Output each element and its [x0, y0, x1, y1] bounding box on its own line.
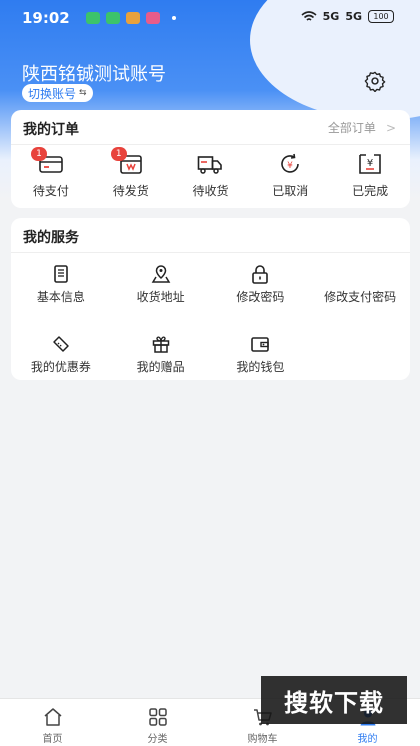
- switch-arrows-icon: ⇆: [79, 88, 87, 98]
- service-change-password[interactable]: 修改密码: [211, 264, 311, 324]
- services-divider: [11, 252, 410, 253]
- service-gifts[interactable]: 我的赠品: [111, 334, 211, 384]
- service-label: 基本信息: [36, 290, 85, 304]
- order-badge: 1: [31, 147, 47, 161]
- order-status-row: 1 待支付 1 待发货 待收货 ¥ 已取消 ¥ 已完成: [11, 147, 410, 199]
- settings-gear-icon[interactable]: [364, 70, 386, 92]
- account-name: 陕西铭铖测试账号: [22, 64, 166, 85]
- services-grid: 基本信息 收货地址 修改密码 修改支付密码 我的优惠券 我的赠品 我的钱包: [11, 264, 410, 394]
- order-status-awaiting-delivery[interactable]: 待收货: [171, 152, 251, 199]
- weibo-icon: [126, 12, 140, 24]
- tab-label: 首页: [42, 734, 63, 745]
- wallet-icon: [251, 337, 270, 352]
- document-icon: [54, 265, 68, 283]
- svg-text:¥: ¥: [367, 158, 373, 169]
- service-label: 我的钱包: [236, 360, 285, 374]
- notification-icons: [86, 12, 176, 24]
- orders-card: 我的订单 全部订单 > 1 待支付 1 待发货 待收货 ¥ 已取消 ¥ 已完成: [11, 110, 410, 208]
- gift-icon: [152, 336, 169, 353]
- order-status-awaiting-shipment[interactable]: 1 待发货: [91, 147, 171, 199]
- order-status-completed[interactable]: ¥ 已完成: [330, 152, 410, 199]
- all-orders-link[interactable]: 全部订单 >: [328, 119, 396, 136]
- wifi-icon: [301, 10, 317, 21]
- status-indicators: 5G 5G 100: [301, 10, 394, 23]
- lock-icon: [252, 265, 269, 284]
- coupon-icon: [53, 336, 69, 352]
- order-status-pending-payment[interactable]: 1 待支付: [11, 147, 91, 199]
- refund-icon: ¥: [281, 153, 300, 173]
- battery-icon: 100: [368, 10, 394, 23]
- more-notifications-dot: [172, 16, 176, 20]
- order-badge: 1: [110, 147, 127, 161]
- order-status-label: 待收货: [192, 184, 229, 198]
- orders-divider: [11, 144, 410, 145]
- wechat-icon: [86, 12, 100, 24]
- order-status-cancelled[interactable]: ¥ 已取消: [250, 152, 330, 199]
- svg-text:¥: ¥: [287, 161, 293, 171]
- service-label: 修改密码: [236, 290, 285, 304]
- watermark-overlay: 搜软下载: [261, 676, 407, 724]
- video-icon: [146, 12, 160, 24]
- tab-home[interactable]: 首页: [0, 699, 105, 746]
- service-basic-info[interactable]: 基本信息: [11, 264, 111, 324]
- service-label: 我的优惠券: [30, 360, 91, 374]
- chevron-right-icon: >: [385, 120, 396, 135]
- service-change-payment-password[interactable]: 修改支付密码: [310, 264, 410, 324]
- truck-icon: [198, 156, 223, 174]
- switch-account-label: 切换账号: [28, 86, 77, 101]
- service-coupons[interactable]: 我的优惠券: [11, 334, 111, 384]
- services-title: 我的服务: [23, 230, 79, 246]
- map-pin-icon: [151, 265, 170, 283]
- order-status-label: 已取消: [272, 184, 309, 198]
- orders-title: 我的订单: [23, 122, 79, 138]
- service-shipping-address[interactable]: 收货地址: [111, 264, 211, 324]
- home-icon: [44, 708, 61, 726]
- service-label: 收货地址: [136, 290, 185, 304]
- order-status-label: 待发货: [112, 184, 149, 198]
- grid-icon: [148, 708, 167, 726]
- order-status-label: 待支付: [32, 184, 69, 198]
- services-card: 我的服务 基本信息 收货地址 修改密码 修改支付密码 我的优惠券 我的赠品 我的…: [11, 218, 410, 380]
- receipt-icon: ¥: [359, 154, 381, 174]
- signal-2-icon: 5G: [345, 10, 362, 23]
- status-time: 19:02: [22, 9, 70, 27]
- service-wallet[interactable]: 我的钱包: [211, 334, 311, 384]
- switch-account-button[interactable]: 切换账号 ⇆: [22, 84, 93, 102]
- tab-label: 我的: [357, 734, 378, 745]
- service-label: 我的赠品: [136, 360, 185, 374]
- tab-category[interactable]: 分类: [105, 699, 210, 746]
- all-orders-label: 全部订单: [327, 121, 376, 135]
- service-label: 修改支付密码: [324, 290, 397, 304]
- tab-label: 分类: [147, 734, 168, 745]
- signal-1-icon: 5G: [322, 10, 340, 23]
- payment-password-icon-placeholder: [350, 264, 370, 284]
- order-status-label: 已完成: [352, 184, 389, 198]
- tab-label: 购物车: [247, 734, 278, 745]
- message-icon: [106, 12, 120, 24]
